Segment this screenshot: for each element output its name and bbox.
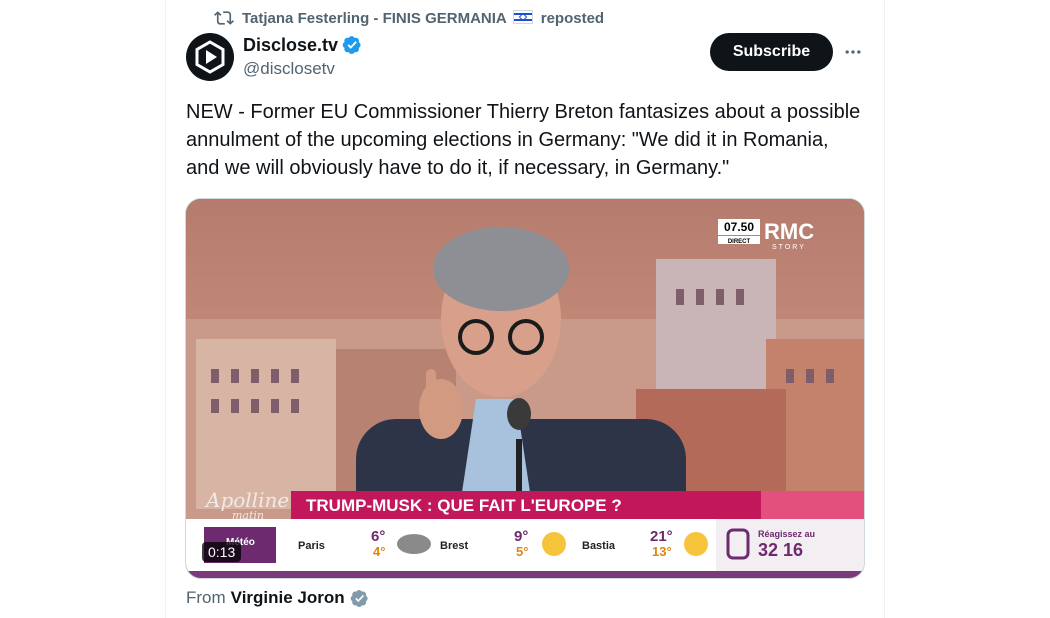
from-prefix: From — [186, 588, 226, 607]
svg-text:07.50: 07.50 — [724, 220, 754, 234]
svg-text:4°: 4° — [373, 544, 385, 559]
from-attribution: From Virginie Joron — [186, 588, 369, 608]
svg-text:TRUMP-MUSK : QUE FAIT L'EUROPE: TRUMP-MUSK : QUE FAIT L'EUROPE ? — [306, 496, 622, 515]
svg-text:RMC: RMC — [764, 219, 814, 244]
subscribe-button[interactable]: Subscribe — [710, 33, 833, 71]
svg-text:STORY: STORY — [772, 244, 806, 251]
svg-text:21°: 21° — [650, 528, 673, 545]
video-frame: 07.50 DIRECT RMC STORY Apolline matin TR… — [186, 199, 864, 578]
repost-icon — [214, 11, 234, 25]
sun-icon — [684, 532, 708, 556]
tweet-text: NEW - Former EU Commissioner Thierry Bre… — [186, 101, 861, 179]
svg-text:6°: 6° — [371, 528, 385, 545]
sun-icon — [542, 532, 566, 556]
svg-text:Brest: Brest — [440, 540, 468, 552]
repost-suffix: reposted — [540, 9, 605, 27]
from-user[interactable]: Virginie Joron — [231, 588, 345, 608]
israel-flag-icon — [512, 9, 533, 24]
author-avatar[interactable] — [186, 33, 234, 81]
svg-text:DIRECT: DIRECT — [728, 239, 751, 245]
disclose-logo-icon — [195, 40, 225, 74]
weather-strip: Météo Paris 6° 4° Brest 9° 5° Bastia 21°… — [186, 519, 864, 578]
author-block: Disclose.tv @disclosetv — [243, 33, 362, 79]
svg-text:5°: 5° — [516, 544, 528, 559]
video-duration: 0:13 — [202, 542, 242, 562]
repost-user[interactable]: Tatjana Festerling - FINIS GERMANIA — [242, 9, 533, 27]
svg-text:13°: 13° — [652, 544, 672, 559]
more-options-icon[interactable] — [841, 40, 865, 64]
svg-text:Paris: Paris — [298, 540, 325, 552]
svg-text:Réagissez au: Réagissez au — [758, 529, 815, 539]
timeline-left-border — [165, 0, 166, 618]
svg-text:9°: 9° — [514, 528, 528, 545]
headline-banner: TRUMP-MUSK : QUE FAIT L'EUROPE ? — [291, 491, 864, 519]
author-handle[interactable]: @disclosetv — [243, 59, 362, 79]
verified-badge-icon[interactable] — [342, 35, 362, 55]
grey-verified-badge-icon[interactable] — [350, 589, 369, 608]
video-player[interactable]: 07.50 DIRECT RMC STORY Apolline matin TR… — [185, 198, 865, 579]
timeline-right-border — [884, 0, 885, 618]
repost-header[interactable]: Tatjana Festerling - FINIS GERMANIA repo… — [214, 8, 604, 28]
svg-text:32 16: 32 16 — [758, 540, 803, 560]
cloud-icon — [397, 534, 431, 554]
author-name[interactable]: Disclose.tv — [243, 35, 338, 56]
svg-text:Bastia: Bastia — [582, 540, 616, 552]
